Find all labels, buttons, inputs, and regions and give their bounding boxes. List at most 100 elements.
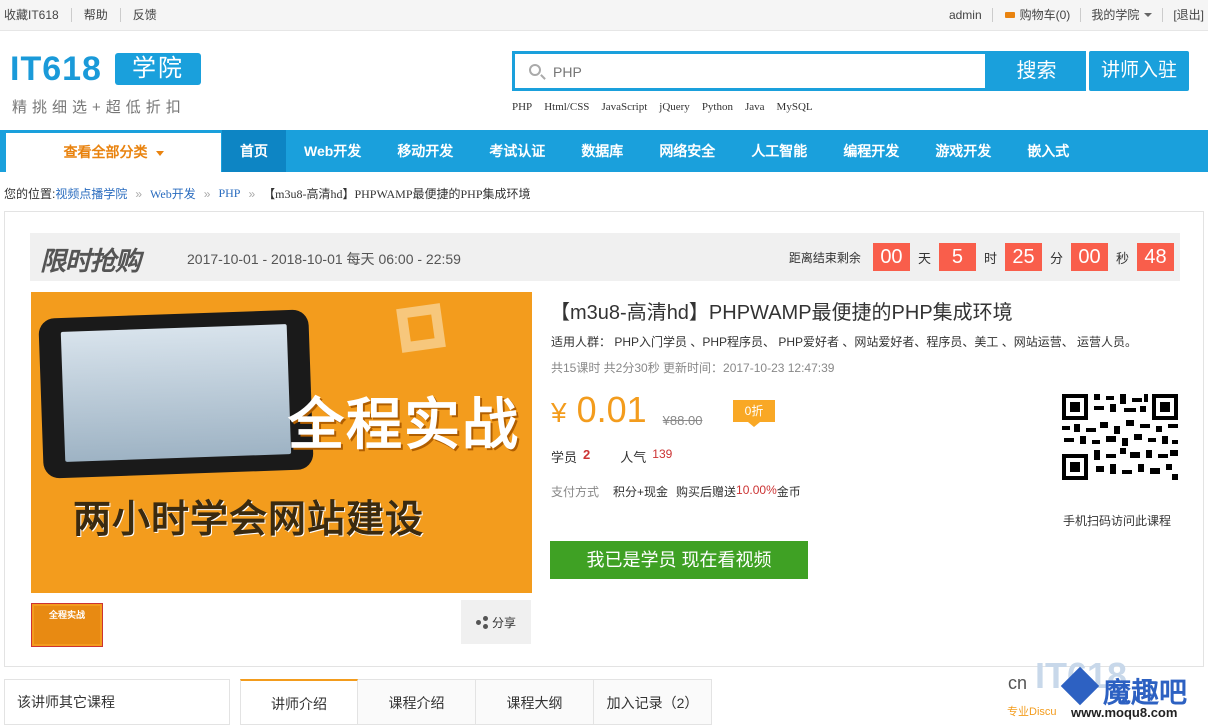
watermark-tagline: 专业Discu: [1007, 706, 1057, 718]
nav-item-ai[interactable]: 人工智能: [733, 130, 825, 172]
countdown-label: 距离结束剩余: [788, 250, 861, 265]
tablet-screen: [60, 324, 292, 462]
discount-badge: 0折: [733, 400, 775, 427]
countdown-unit: 秒: [1115, 250, 1129, 266]
tab-join-records[interactable]: 加入记录（2）: [594, 679, 712, 725]
watermark-url: www.moqu8.com: [1071, 705, 1178, 720]
currency-symbol: ¥: [551, 397, 567, 428]
site-watermark: IT618 cn 魔趣吧 专业Discu www.moqu8.com: [1005, 655, 1208, 725]
cover-thumbnail[interactable]: 全程实战: [31, 603, 103, 647]
hotword-link[interactable]: PHP: [512, 101, 532, 113]
tab-outline[interactable]: 课程大纲: [476, 679, 594, 725]
help-link[interactable]: 帮助: [72, 8, 121, 22]
payment-info: 支付方式 积分+现金 购买后赠送 10.00% 金币: [551, 483, 801, 500]
qr-code-icon: [1060, 392, 1180, 482]
breadcrumb-separator: »: [248, 186, 256, 201]
flash-sale-title: 限时抢购: [40, 246, 141, 276]
reward-prefix: 购买后赠送: [676, 485, 737, 499]
all-categories-label: 查看全部分类: [63, 144, 148, 160]
tab-course-intro[interactable]: 课程介绍: [358, 679, 476, 725]
breadcrumb-current: 【m3u8-高清hd】PHPWAMP最便捷的PHP集成环境: [263, 187, 531, 201]
top-bar: 收藏IT618 帮助 反馈 admin 购物车(0) 我的学院 [退出]: [0, 0, 1208, 31]
hotword-link[interactable]: JavaScript: [601, 101, 647, 113]
username-link[interactable]: admin: [939, 8, 993, 22]
breadcrumb-link[interactable]: PHP: [218, 186, 240, 201]
students-label: 学员: [551, 450, 578, 465]
hot-keywords: PHP Html/CSS JavaScript jQuery Python Ja…: [512, 101, 825, 113]
nav-item-mobile[interactable]: 移动开发: [379, 130, 471, 172]
nav-item-security[interactable]: 网络安全: [641, 130, 733, 172]
hotword-link[interactable]: MySQL: [777, 101, 813, 113]
course-cover-image[interactable]: 全程实战 两小时学会网站建设: [31, 292, 532, 593]
feedback-link[interactable]: 反馈: [121, 8, 169, 22]
breadcrumb-label: 您的位置:: [4, 187, 56, 201]
course-meta: 共15课时 共2分30秒 更新时间：2017-10-23 12:47:39: [551, 361, 835, 375]
caret-down-icon: [155, 150, 164, 156]
logo-badge[interactable]: 学院: [115, 53, 201, 85]
hotword-link[interactable]: Java: [745, 101, 765, 113]
tablet-illustration: [38, 309, 314, 479]
logout-link[interactable]: [退出]: [1163, 8, 1204, 22]
search-button[interactable]: 搜索: [987, 51, 1086, 91]
breadcrumb-separator: »: [135, 186, 143, 201]
countdown-subseconds: 48: [1137, 243, 1174, 271]
breadcrumb-link[interactable]: 视频点播学院: [55, 185, 127, 202]
hotword-link[interactable]: Python: [702, 101, 733, 113]
logo-text[interactable]: IT618: [10, 50, 102, 88]
reward-percent: 10.00%: [736, 483, 777, 497]
slogan: 精挑细选+超低折扣: [12, 99, 186, 116]
breadcrumb-separator: »: [203, 186, 211, 201]
other-courses-box: 该讲师其它课程: [4, 679, 230, 725]
my-school-menu[interactable]: 我的学院: [1081, 8, 1164, 22]
nav-item-embedded[interactable]: 嵌入式: [1009, 130, 1087, 172]
countdown: 距离结束剩余 00 天 5 时 25 分 00 秒 48: [789, 243, 1174, 271]
countdown-days: 00: [872, 243, 910, 271]
cart-icon: [1003, 10, 1017, 21]
share-icon: [475, 616, 488, 629]
price-value: 0.01: [576, 389, 647, 430]
nav-item-database[interactable]: 数据库: [563, 130, 641, 172]
course-tabs: 讲师介绍 课程介绍 课程大纲 加入记录（2）: [240, 679, 712, 725]
original-price: ¥88.00: [662, 413, 703, 428]
tab-teacher[interactable]: 讲师介绍: [240, 679, 358, 725]
watch-video-button[interactable]: 我已是学员 现在看视频: [550, 541, 808, 579]
search-input[interactable]: [553, 61, 973, 83]
breadcrumb-link[interactable]: Web开发: [150, 185, 196, 202]
cart-link[interactable]: 购物车(0): [993, 8, 1082, 22]
decorative-square: [396, 303, 446, 353]
cart-label: 购物车(0): [1019, 8, 1071, 22]
teacher-join-button[interactable]: 讲师入驻: [1089, 51, 1189, 91]
watermark-cn: cn: [1008, 673, 1028, 693]
breadcrumb: 您的位置: 视频点播学院 » Web开发 » PHP » 【m3u8-高清hd】…: [4, 185, 531, 202]
all-categories-button[interactable]: 查看全部分类: [6, 133, 221, 172]
flash-sale-bar: 限时抢购 2017-10-01 - 2018-10-01 每天 06:00 - …: [30, 233, 1180, 281]
hotword-link[interactable]: Html/CSS: [544, 101, 589, 113]
hotword-link[interactable]: jQuery: [659, 101, 690, 113]
course-title: 【m3u8-高清hd】PHPWAMP最便捷的PHP集成环境: [550, 302, 1013, 324]
course-stats: 学员 2 人气 139: [551, 447, 672, 466]
nav-item-exam[interactable]: 考试认证: [471, 130, 563, 172]
students-count: 2: [583, 447, 591, 462]
flash-sale-dates: 2017-10-01 - 2018-10-01 每天 06:00 - 22:59: [187, 251, 461, 267]
my-school-label: 我的学院: [1091, 8, 1140, 22]
pay-label: 支付方式: [551, 485, 600, 499]
price-row: ¥ 0.01 ¥88.00: [551, 390, 702, 433]
nav-item-home[interactable]: 首页: [222, 130, 286, 172]
cover-subheadline: 两小时学会网站建设: [73, 499, 425, 541]
pay-method: 积分+现金: [613, 485, 669, 499]
share-button[interactable]: 分享: [461, 600, 531, 644]
popularity-label: 人气: [620, 450, 647, 465]
chevron-down-icon: [1144, 13, 1153, 17]
search-box: [512, 51, 988, 91]
nav-item-game[interactable]: 游戏开发: [917, 130, 1009, 172]
nav-item-web[interactable]: Web开发: [286, 130, 379, 172]
nav-item-programming[interactable]: 编程开发: [825, 130, 917, 172]
top-links: 收藏IT618 帮助 反馈: [4, 8, 169, 22]
countdown-unit: 时: [983, 250, 997, 266]
other-courses-title: 该讲师其它课程: [17, 694, 115, 710]
bookmark-link[interactable]: 收藏IT618: [4, 8, 72, 22]
user-links: admin 购物车(0) 我的学院 [退出]: [939, 8, 1204, 22]
course-audience: 适用人群： PHP入门学员 、PHP程序员、 PHP爱好者 、网站爱好者、程序员…: [551, 335, 1138, 349]
course-panel: 限时抢购 2017-10-01 - 2018-10-01 每天 06:00 - …: [4, 211, 1204, 667]
countdown-unit: 分: [1049, 250, 1063, 266]
